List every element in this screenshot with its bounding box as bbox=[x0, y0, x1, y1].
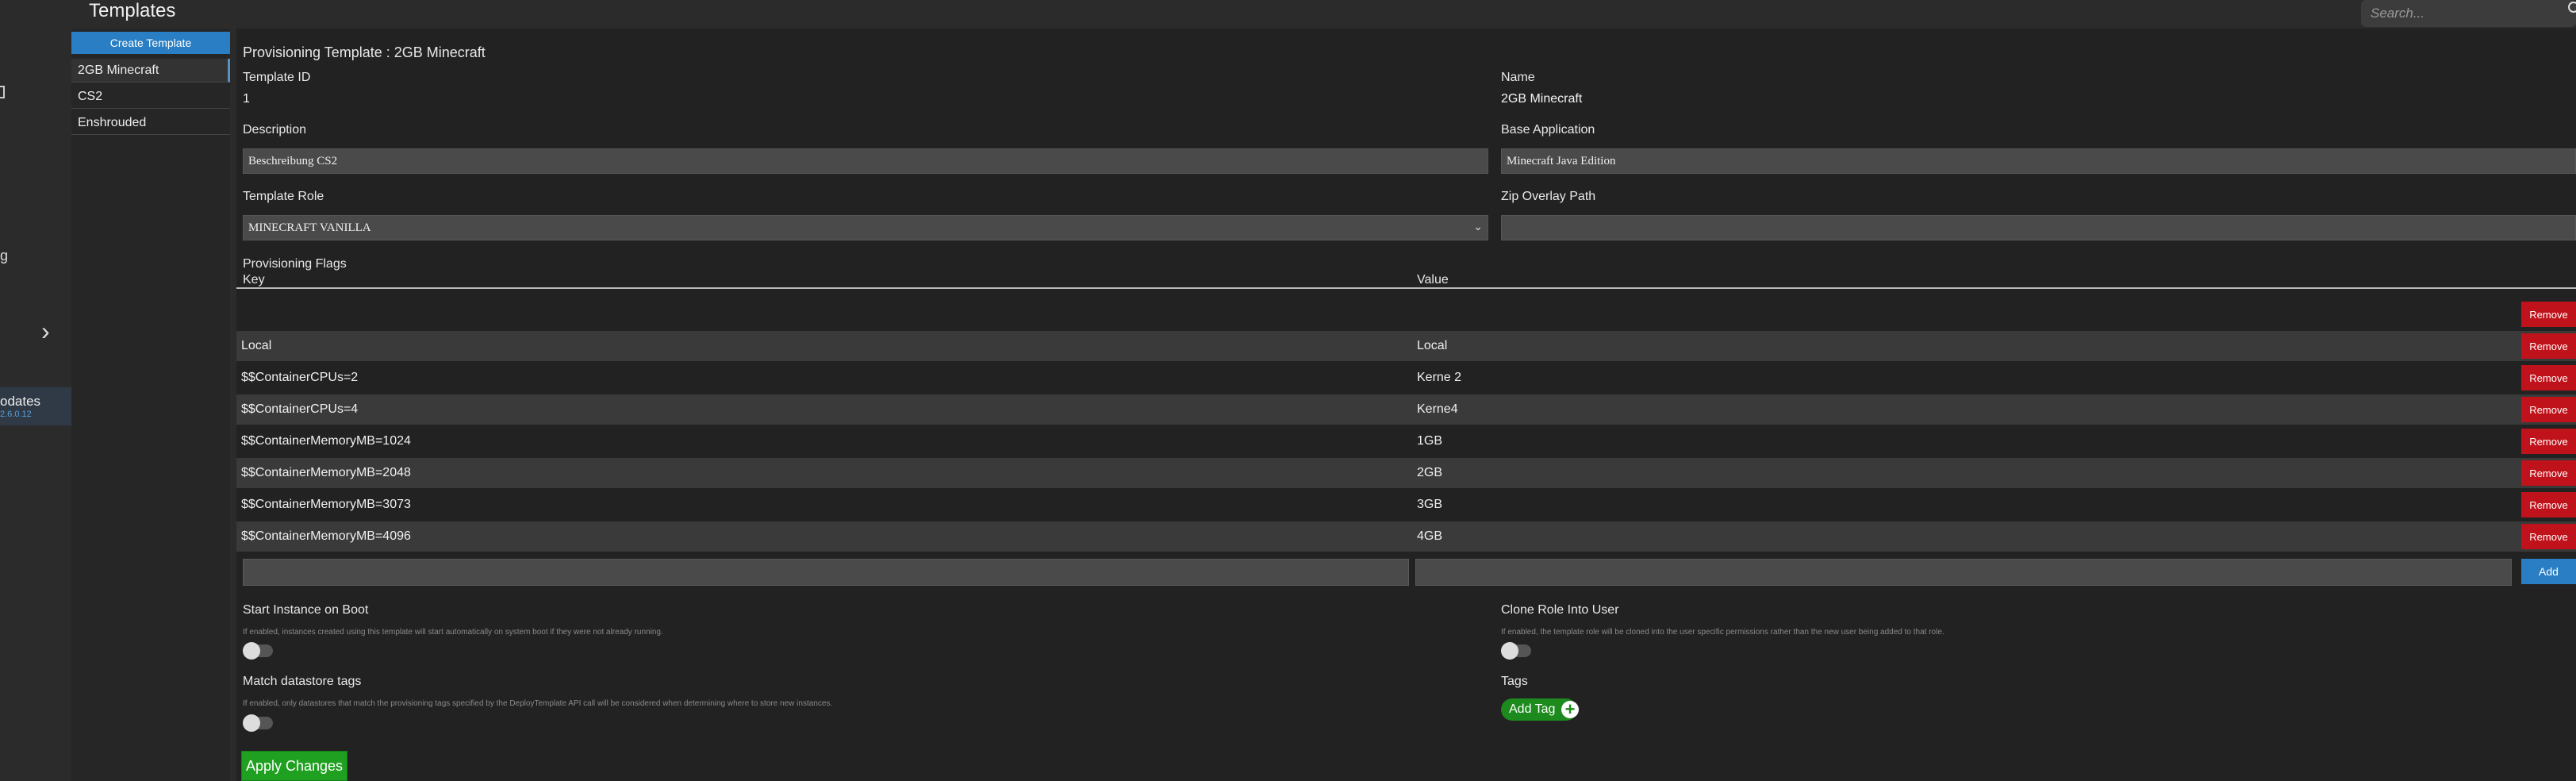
flag-key: $$ContainerMemoryMB=2048 bbox=[241, 466, 411, 479]
clone-role-help: If enabled, the template role will be cl… bbox=[1501, 628, 1944, 637]
name-label: Name bbox=[1501, 71, 1535, 84]
template-role-value: MINECRAFT VANILLA bbox=[248, 221, 371, 234]
remove-flag-button[interactable]: Remove bbox=[2521, 365, 2576, 390]
flag-row: $$ContainerMemoryMB=4096 4GB Remove bbox=[236, 521, 2576, 552]
flag-row: $$ContainerMemoryMB=2048 2GB Remove bbox=[236, 458, 2576, 488]
remove-flag-button[interactable]: Remove bbox=[2521, 460, 2576, 486]
start-on-boot-toggle[interactable] bbox=[243, 642, 273, 660]
remove-flag-button[interactable]: Remove bbox=[2521, 524, 2576, 549]
flag-value: Local bbox=[1417, 339, 1448, 352]
nav-item-updates[interactable]: odates 2.6.0.12 bbox=[0, 387, 71, 425]
editor-heading: Provisioning Template : 2GB Minecraft bbox=[243, 44, 486, 60]
add-flag-button[interactable]: Add bbox=[2521, 559, 2576, 584]
template-id-value: 1 bbox=[243, 92, 250, 106]
top-bar: Templates bbox=[0, 0, 2576, 29]
flag-value: 3GB bbox=[1417, 498, 1443, 511]
match-tags-toggle[interactable] bbox=[243, 714, 273, 732]
tags-label: Tags bbox=[1501, 675, 1528, 688]
flag-key: $$ContainerCPUs=4 bbox=[241, 402, 359, 416]
new-flag-key-input[interactable] bbox=[243, 559, 1409, 586]
page-title: Templates bbox=[89, 0, 176, 21]
toggle-knob bbox=[1501, 642, 1518, 660]
flag-row: $$ContainerCPUs=2 Kerne 2 Remove bbox=[236, 363, 2576, 393]
flag-value: 2GB bbox=[1417, 466, 1443, 479]
remove-flag-button[interactable]: Remove bbox=[2521, 429, 2576, 454]
search-box[interactable] bbox=[2361, 0, 2576, 27]
flag-row: $$ContainerMemoryMB=1024 1GB Remove bbox=[236, 426, 2576, 456]
add-tag-label: Add Tag bbox=[1509, 702, 1556, 716]
flag-key: $$ContainerMemoryMB=3073 bbox=[241, 498, 411, 511]
apply-changes-button[interactable]: Apply Changes bbox=[241, 751, 347, 781]
template-item-enshrouded[interactable]: Enshrouded bbox=[71, 111, 230, 135]
remove-flag-button[interactable]: Remove bbox=[2521, 333, 2576, 359]
flags-key-header: Key bbox=[243, 273, 265, 287]
template-item-2gb-minecraft[interactable]: 2GB Minecraft bbox=[71, 59, 230, 83]
chevron-down-icon: ⌄ bbox=[1473, 221, 1483, 233]
left-navigation: g › odates 2.6.0.12 bbox=[0, 29, 71, 781]
flag-row: $$ContainerMemoryMB=3073 3GB Remove bbox=[236, 490, 2576, 520]
flag-row: Remove bbox=[236, 299, 2576, 329]
search-input[interactable] bbox=[2371, 5, 2553, 22]
flags-table-header: Key Value bbox=[236, 273, 2576, 289]
start-on-boot-label: Start Instance on Boot bbox=[243, 603, 369, 617]
base-application-label: Base Application bbox=[1501, 123, 1595, 137]
remove-flag-button[interactable]: Remove bbox=[2521, 302, 2576, 327]
flag-key: $$ContainerCPUs=2 bbox=[241, 371, 359, 384]
flags-value-header: Value bbox=[1417, 273, 1449, 287]
search-icon[interactable] bbox=[2568, 2, 2576, 13]
description-label: Description bbox=[243, 123, 307, 137]
updates-label: odates bbox=[0, 394, 41, 409]
flag-row: Local Local Remove bbox=[236, 331, 2576, 361]
create-template-button[interactable]: Create Template bbox=[71, 32, 230, 54]
nav-square-icon[interactable] bbox=[0, 86, 5, 98]
add-tag-button[interactable]: Add Tag + bbox=[1501, 698, 1579, 721]
zip-overlay-input[interactable] bbox=[1501, 215, 2576, 240]
provisioning-flags-title: Provisioning Flags bbox=[243, 257, 347, 271]
plus-icon: + bbox=[1561, 701, 1579, 718]
description-input[interactable]: Beschreibung CS2 bbox=[243, 148, 1488, 174]
template-role-select[interactable]: MINECRAFT VANILLA ⌄ bbox=[243, 215, 1488, 240]
toggle-knob bbox=[243, 714, 260, 732]
updates-version: 2.6.0.12 bbox=[0, 410, 32, 419]
toggle-knob bbox=[243, 642, 260, 660]
template-id-label: Template ID bbox=[243, 71, 311, 84]
nav-partial-text[interactable]: g bbox=[0, 248, 8, 264]
name-value: 2GB Minecraft bbox=[1501, 92, 1583, 106]
remove-flag-button[interactable]: Remove bbox=[2521, 492, 2576, 517]
start-on-boot-help: If enabled, instances created using this… bbox=[243, 628, 663, 637]
base-application-input[interactable]: Minecraft Java Edition bbox=[1501, 148, 2576, 174]
template-item-cs2[interactable]: CS2 bbox=[71, 85, 230, 109]
flag-value: Kerne 2 bbox=[1417, 371, 1462, 384]
flag-key: Local bbox=[241, 339, 272, 352]
clone-role-toggle[interactable] bbox=[1501, 642, 1531, 660]
template-list: Create Template 2GB Minecraft CS2 Enshro… bbox=[71, 29, 230, 781]
zip-overlay-label: Zip Overlay Path bbox=[1501, 190, 1596, 203]
flag-row: $$ContainerCPUs=4 Kerne4 Remove bbox=[236, 394, 2576, 425]
match-tags-help: If enabled, only datastores that match t… bbox=[243, 699, 833, 708]
flag-key: $$ContainerMemoryMB=1024 bbox=[241, 434, 411, 448]
chevron-right-icon[interactable]: › bbox=[41, 318, 50, 344]
template-editor: Provisioning Template : 2GB Minecraft Te… bbox=[236, 29, 2576, 781]
flag-key: $$ContainerMemoryMB=4096 bbox=[241, 529, 411, 543]
flag-value: 1GB bbox=[1417, 434, 1443, 448]
flag-value: Kerne4 bbox=[1417, 402, 1458, 416]
clone-role-label: Clone Role Into User bbox=[1501, 603, 1619, 617]
remove-flag-button[interactable]: Remove bbox=[2521, 397, 2576, 422]
new-flag-value-input[interactable] bbox=[1415, 559, 2512, 586]
flag-value: 4GB bbox=[1417, 529, 1443, 543]
match-tags-label: Match datastore tags bbox=[243, 675, 362, 688]
template-role-label: Template Role bbox=[243, 190, 324, 203]
